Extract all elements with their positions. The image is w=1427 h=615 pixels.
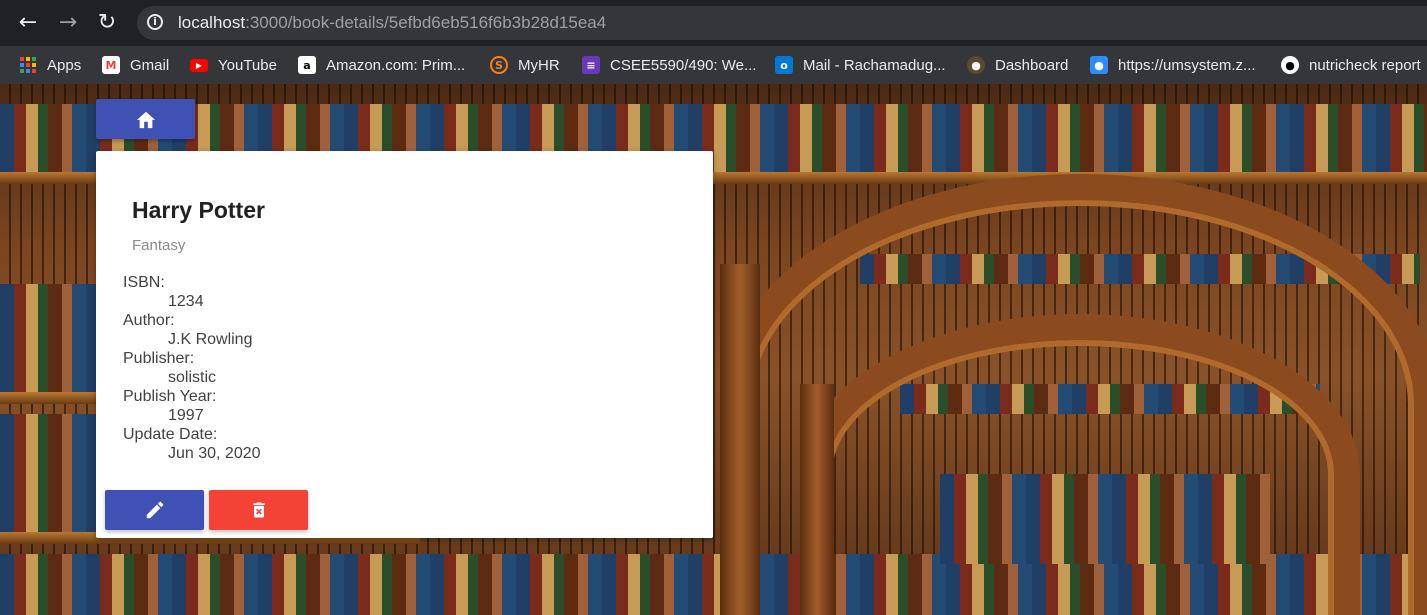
author-label: Author: — [123, 312, 175, 329]
book-title: Harry Potter — [132, 197, 265, 223]
bookmark-label: Amazon.com: Prim... — [326, 56, 466, 74]
page-viewport: Harry Potter Fantasy ISBN: 1234 Author: … — [0, 84, 1427, 615]
url-text[interactable]: localhost:3000/book-details/5efbd6eb516f… — [178, 13, 606, 33]
youtube-icon: ▶ — [190, 58, 208, 72]
apps-grid-icon — [19, 56, 37, 74]
bookmark-youtube[interactable]: ▶ YouTube — [190, 46, 277, 84]
bookmark-github[interactable]: ● nutricheck report — [1281, 46, 1421, 84]
publisher-label: Publisher: — [123, 350, 195, 367]
bookmark-label: MyHR — [518, 56, 560, 74]
publisher-value: solistic — [168, 369, 217, 386]
bookmark-label: YouTube — [218, 56, 277, 74]
bookmark-label: https://umsystem.z... — [1118, 56, 1256, 74]
site-info-icon[interactable]: i — [147, 14, 163, 30]
delete-forever-icon — [252, 502, 265, 518]
bookmark-apps[interactable]: Apps — [19, 46, 81, 84]
edit-button[interactable] — [105, 490, 204, 530]
library-arch — [800, 314, 1360, 615]
bookmark-gmail[interactable]: M Gmail — [102, 46, 169, 84]
update-date-value: Jun 30, 2020 — [168, 445, 261, 462]
book-details-card: Harry Potter Fantasy ISBN: 1234 Author: … — [96, 151, 713, 538]
bookmark-label: Apps — [47, 56, 82, 74]
gmail-icon: M — [102, 56, 120, 74]
delete-button[interactable] — [209, 490, 308, 530]
reload-icon[interactable]: ↻ — [95, 11, 119, 35]
bookmark-myhr[interactable]: S MyHR — [490, 46, 560, 84]
pencil-icon — [146, 501, 163, 519]
bookmark-dashboard[interactable]: ● Dashboard — [967, 46, 1068, 84]
isbn-value: 1234 — [168, 293, 204, 310]
bookmark-zoom[interactable]: ● https://umsystem.z... — [1090, 46, 1256, 84]
publish-year-value: 1997 — [168, 407, 204, 424]
update-date-label: Update Date: — [123, 426, 218, 443]
address-bar[interactable]: i localhost:3000/book-details/5efbd6eb51… — [137, 6, 1427, 40]
bookmark-label: Gmail — [130, 56, 170, 74]
amazon-icon: a — [298, 56, 316, 74]
myhr-icon: S — [490, 56, 508, 74]
bookmark-label: nutricheck report — [1309, 56, 1421, 74]
bookmark-label: Mail - Rachamadug... — [803, 56, 946, 74]
forward-arrow-icon[interactable]: → — [56, 11, 80, 35]
github-icon: ● — [1281, 56, 1299, 74]
course-icon: ≡ — [582, 56, 600, 74]
author-value: J.K Rowling — [168, 331, 253, 348]
library-column — [720, 264, 760, 615]
home-button[interactable] — [96, 99, 195, 139]
bookmark-label: CSEE5590/490: We... — [610, 56, 757, 74]
library-column — [800, 384, 834, 615]
dashboard-icon: ● — [967, 56, 985, 74]
bookmark-outlook[interactable]: o Mail - Rachamadug... — [775, 46, 946, 84]
bookmark-amazon[interactable]: a Amazon.com: Prim... — [298, 46, 465, 84]
bookmarks-bar: Apps M Gmail ▶ YouTube a Amazon.com: Pri… — [0, 46, 1427, 84]
browser-toolbar: ← → ↻ i localhost:3000/book-details/5efb… — [0, 0, 1427, 46]
zoom-icon: ● — [1090, 56, 1108, 74]
back-arrow-icon[interactable]: ← — [16, 11, 40, 35]
home-icon — [136, 111, 155, 129]
outlook-icon: o — [775, 56, 793, 74]
book-details-list: ISBN: 1234 Author: J.K Rowling Publisher… — [123, 273, 261, 463]
isbn-label: ISBN: — [123, 274, 165, 291]
bookmark-course[interactable]: ≡ CSEE5590/490: We... — [582, 46, 756, 84]
publish-year-label: Publish Year: — [123, 388, 217, 405]
url-path: :3000/book-details/5efbd6eb516f6b3b28d15… — [245, 13, 607, 32]
book-genre: Fantasy — [132, 237, 186, 254]
url-host: localhost — [178, 13, 246, 32]
bookmark-label: Dashboard — [995, 56, 1069, 74]
